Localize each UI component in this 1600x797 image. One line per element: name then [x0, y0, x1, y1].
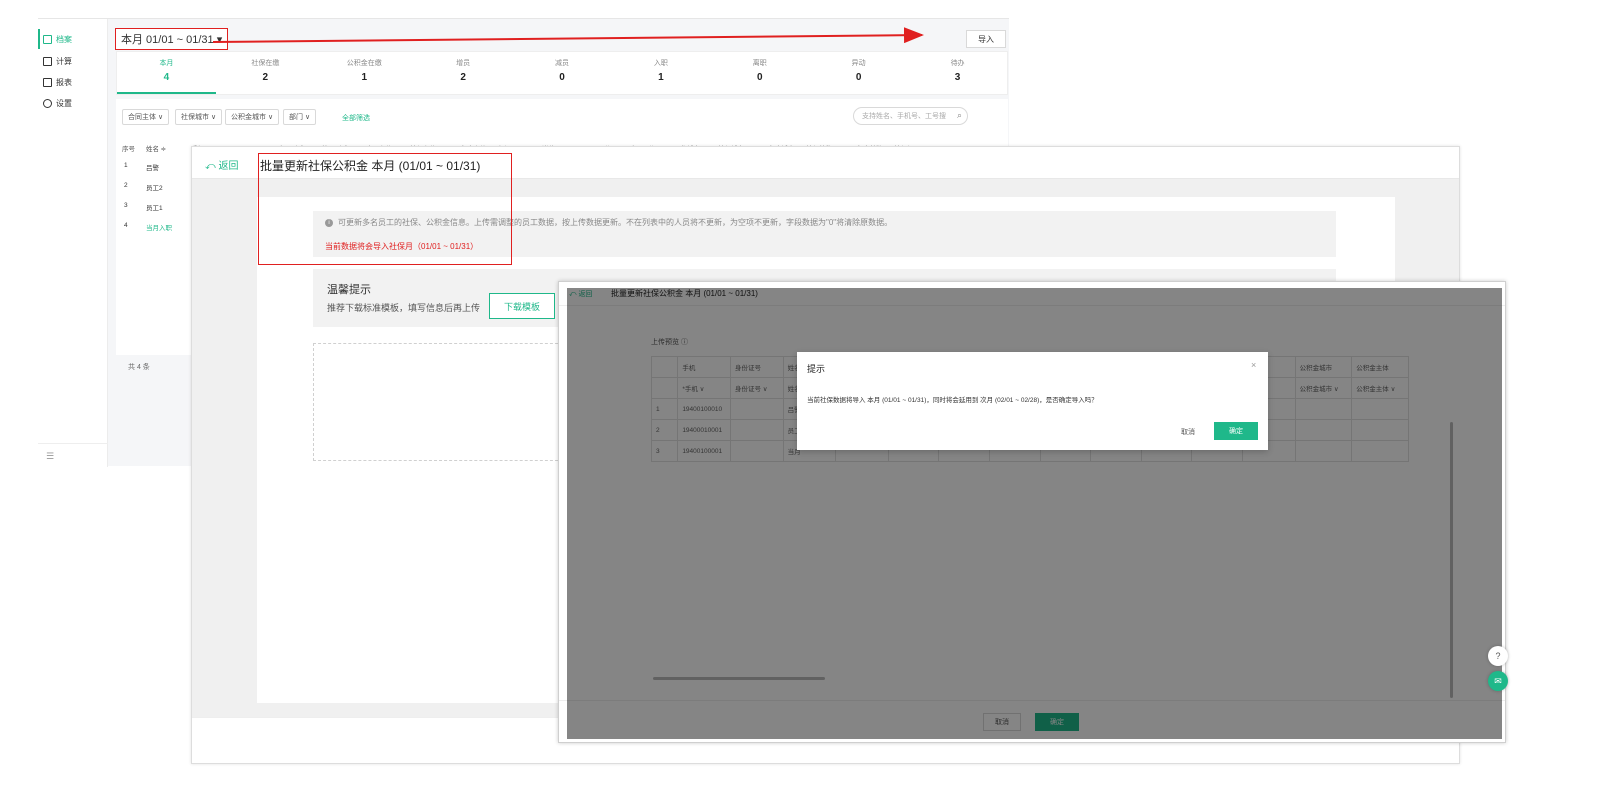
- panel-header: ⤺ 返回 批量更新社保公积金 本月 (01/01 ~ 01/31): [192, 147, 1459, 179]
- table-cell: 2: [124, 182, 128, 189]
- stats-tabs: 本月 4 社保在缴 2 公积金在缴 1 增员 2 减员 0 入职 1 离职 0 异动 0 待办 3: [116, 51, 1008, 95]
- filter-fund-city[interactable]: 公积金城市 ∨: [225, 109, 280, 125]
- search-input[interactable]: 支持姓名、手机号、工号搜 ⌕: [853, 107, 968, 125]
- sidebar-item-settings[interactable]: 设置: [38, 93, 108, 113]
- info-icon: i: [325, 218, 333, 227]
- divider: [38, 443, 108, 444]
- sidebar-item-calculate[interactable]: 计算: [38, 51, 108, 71]
- period-selector[interactable]: 本月 01/01 ~ 01/31 ▾: [115, 28, 229, 50]
- table-cell[interactable]: 员工2: [146, 182, 163, 192]
- sidebar: 档案 计算 报表 设置 ☰: [38, 19, 108, 467]
- confirm-dialog: 提示 × 当前社保数据将导入 本月 (01/01 ~ 01/31)，同时将会延用…: [797, 352, 1268, 450]
- table-cell: 1: [124, 162, 128, 169]
- total-count: 共 4 条: [128, 364, 150, 371]
- back-button[interactable]: ⤺ 返回: [205, 157, 238, 172]
- stat-tab-changed[interactable]: 异动 0: [809, 52, 908, 94]
- upload-preview-window: ⤺ 返回 批量更新社保公积金 本月 (01/01 ~ 01/31) 上传预览 ⓘ…: [558, 281, 1506, 743]
- filter-department[interactable]: 部门 ∨: [283, 109, 317, 125]
- upload-dropzone[interactable]: [313, 343, 563, 461]
- table-cell[interactable]: 员工1: [146, 202, 163, 212]
- all-filters-link[interactable]: 全部筛选: [342, 113, 370, 123]
- chat-icon[interactable]: ✉: [1488, 671, 1508, 691]
- cancel-button[interactable]: 取消: [1170, 424, 1206, 440]
- filter-social-city[interactable]: 社保城市 ∨: [175, 109, 223, 125]
- sidebar-item-report[interactable]: 报表: [38, 72, 108, 92]
- ok-button[interactable]: 确定: [1214, 422, 1258, 440]
- calculator-icon: [43, 56, 52, 66]
- gear-icon: [43, 98, 52, 108]
- sidebar-item-archive[interactable]: 档案: [38, 29, 108, 49]
- close-icon[interactable]: ×: [1251, 360, 1256, 370]
- stat-tab-social-paying[interactable]: 社保在缴 2: [216, 52, 315, 94]
- info-notice: i 可更新多名员工的社保、公积金信息。上传需调整的员工数据，按上传数据更新。不在列…: [313, 211, 1336, 257]
- search-icon: ⌕: [956, 110, 962, 120]
- import-month-warning: 当前数据将会导入社保月（01/01 ~ 01/31）: [325, 242, 479, 251]
- tips-description: 推荐下载标准模板，填写信息后再上传: [327, 303, 481, 313]
- column-header: 序号: [122, 146, 135, 153]
- stat-tab-resigned[interactable]: 离职 0: [710, 52, 809, 94]
- download-template-button[interactable]: 下载模板: [489, 293, 555, 319]
- table-cell: 4: [124, 222, 128, 229]
- filter-contract-entity[interactable]: 合同主体 ∨: [122, 109, 170, 125]
- stat-tab-added[interactable]: 增员 2: [414, 52, 513, 94]
- stat-tab-onboard[interactable]: 入职 1: [611, 52, 710, 94]
- stat-tab-reduced[interactable]: 减员 0: [513, 52, 612, 94]
- stat-tab-this-month[interactable]: 本月 4: [117, 52, 216, 94]
- back-arrow-icon: ⤺: [205, 161, 219, 172]
- table-cell[interactable]: 当月入职: [146, 222, 172, 232]
- dialog-message: 当前社保数据将导入 本月 (01/01 ~ 01/31)，同时将会延用到 次月 …: [807, 397, 1098, 404]
- menu-fold-icon[interactable]: ☰: [46, 451, 54, 462]
- table-cell[interactable]: 吕警: [146, 162, 159, 172]
- help-icon[interactable]: ?: [1488, 646, 1508, 666]
- column-header[interactable]: 姓名 ≑: [146, 143, 166, 153]
- filter-bar: 合同主体 ∨ 社保城市 ∨ 公积金城市 ∨ 部门 ∨ 全部筛选 支持姓名、手机号…: [116, 99, 1008, 135]
- stat-tab-todo[interactable]: 待办 3: [908, 52, 1007, 94]
- tips-title: 温馨提示: [327, 284, 371, 296]
- table-cell: 3: [124, 202, 128, 209]
- file-icon: [43, 34, 52, 44]
- report-icon: [43, 77, 52, 87]
- import-button[interactable]: 导入: [966, 30, 1006, 48]
- page-title: 批量更新社保公积金 本月 (01/01 ~ 01/31): [260, 159, 481, 173]
- stat-tab-fund-paying[interactable]: 公积金在缴 1: [315, 52, 414, 94]
- dialog-title: 提示: [807, 364, 826, 374]
